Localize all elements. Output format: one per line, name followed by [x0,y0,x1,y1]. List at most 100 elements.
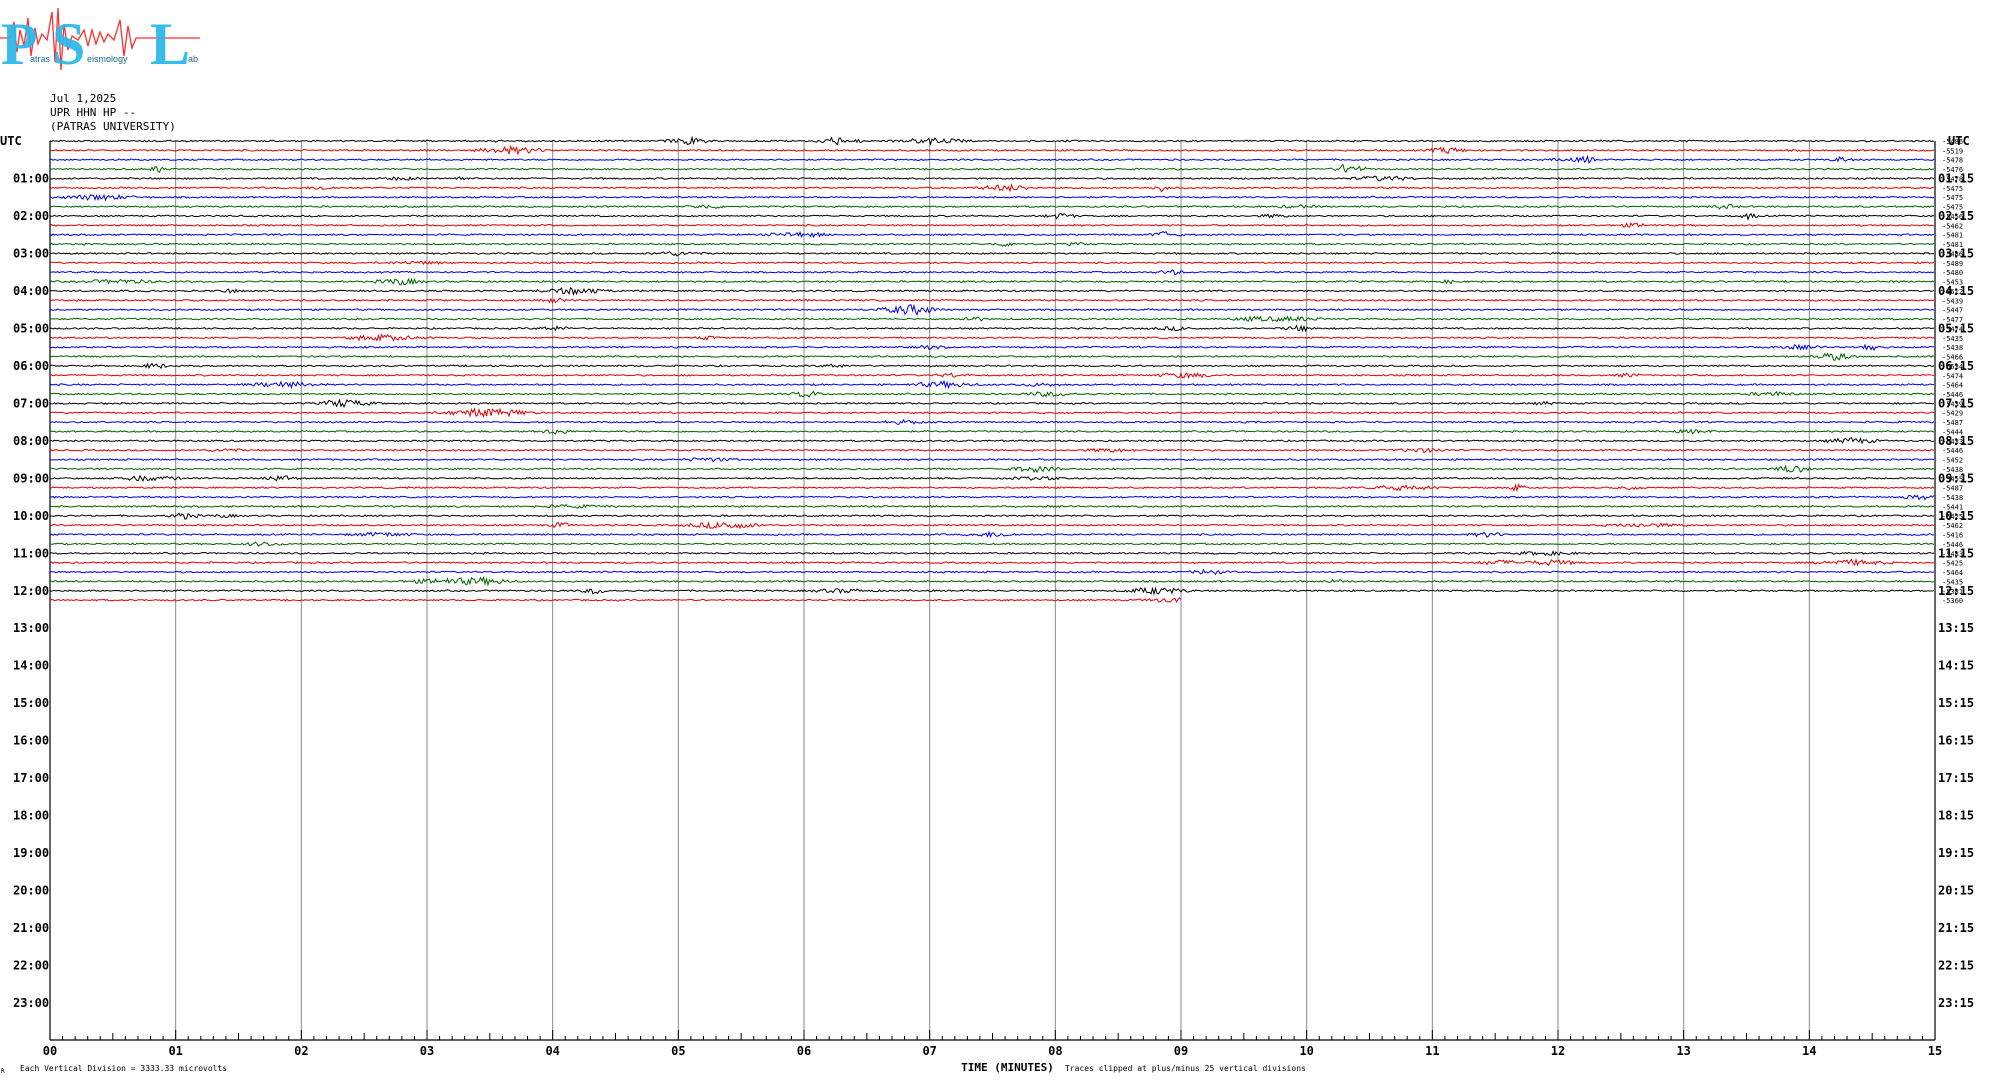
trace-offset-label: -5438 [1942,344,1963,352]
seismic-trace [49,576,1935,587]
seismic-trace [49,154,1935,164]
trace-offset-label: -5444 [1942,428,1963,436]
trace-offset-label: -5446 [1942,391,1963,399]
seismic-trace [49,251,1935,257]
hour-label-right: 18:15 [1938,809,1974,823]
trace-offset-label: -5462 [1942,222,1963,230]
trace-offset-label: -5429 [1942,410,1963,418]
trace-offset-label: -5464 [1942,569,1963,577]
seismic-trace [49,407,1935,418]
trace-offset-label: -5381 [1942,588,1963,596]
x-tick-label: 13 [1676,1044,1690,1058]
trace-offset-label: -5475 [1942,185,1963,193]
trace-offset-label: -5519 [1942,147,1963,155]
trace-offset-label: -5477 [1942,316,1963,324]
corner-mark: R [1,1068,5,1075]
seismic-trace [49,303,1935,317]
trace-offset-label: -5464 [1942,382,1963,390]
seismic-trace [49,193,1935,202]
hour-label-left: 03:00 [13,246,49,260]
left-utc-label: UTC [0,134,22,148]
trace-offset-label: -5438 [1942,494,1963,502]
hour-label-right: 20:15 [1938,884,1974,898]
seismic-trace [49,464,1935,474]
seismic-trace [49,183,1935,193]
seismic-trace [49,212,1935,221]
trace-offset-label: -5438 [1942,466,1963,474]
seismic-trace [49,474,1934,482]
seismic-trace [49,203,1935,210]
seismic-trace [49,494,1935,501]
seismic-trace [49,447,1935,454]
trace-offset-label: -5453 [1942,279,1963,287]
seismic-trace [50,175,1935,182]
seismic-trace [49,362,1935,370]
scale-note: Each Vertical Division = 3333.33 microvo… [20,1064,227,1073]
trace-offset-label: -5360 [1942,597,1963,605]
x-tick-label: 14 [1802,1044,1816,1058]
trace-offset-label: -5466 [1942,354,1963,362]
x-axis-label: TIME (MINUTES) [961,1061,1054,1074]
hour-label-left: 09:00 [13,471,49,485]
seismic-trace [49,457,1935,463]
seismic-trace [49,428,1935,435]
trace-offset-label: -5486 [1942,250,1963,258]
hour-label-left: 08:00 [13,434,49,448]
trace-offset-label: -5475 [1942,194,1963,202]
hour-label-left: 07:00 [13,396,49,410]
x-tick-label: 10 [1299,1044,1313,1058]
x-tick-label: 00 [43,1044,57,1058]
x-tick-label: 08 [1048,1044,1062,1058]
trace-offset-label: -5439 [1942,400,1963,408]
seismic-trace [49,241,1935,248]
seismic-trace [49,315,1935,323]
x-tick-label: 07 [922,1044,936,1058]
seismic-trace [49,163,1935,174]
helicorder-chart: 00 01 02 03 04 05 06 07 08 09 10 11 12 13 14 15 TIME (MI… [0,134,1974,1075]
trace-offset-label: -5446 [1942,541,1963,549]
hour-label-left: 10:00 [13,509,49,523]
hour-label-left: 23:00 [13,996,49,1010]
seismic-trace [49,352,1935,361]
seismic-trace [49,135,1935,146]
hour-label-left: 02:00 [13,209,49,223]
seismic-trace [49,286,1935,296]
seismic-trace [49,269,1935,276]
trace-offset-label: -5425 [1942,560,1963,568]
seismic-trace [49,260,1935,266]
seismic-trace [49,230,1935,239]
trace-offset-label: -5478 [1942,157,1963,165]
trace-offset-label: -5439 [1942,297,1963,305]
hour-label-left: 04:00 [13,284,49,298]
trace-offset-label: -5481 [1942,232,1963,240]
trace-offset-label: -5435 [1942,578,1963,586]
hour-label-left: 01:00 [13,171,49,185]
trace-offset-label: -5474 [1942,372,1963,380]
clip-note: Traces clipped at plus/minus 25 vertical… [1065,1064,1306,1073]
seismic-trace [49,597,1182,603]
trace-offset-label: -5446 [1942,447,1963,455]
hour-label-left: 20:00 [13,884,49,898]
seismic-trace [49,324,1935,333]
x-tick-label: 11 [1425,1044,1439,1058]
trace-offset-label: -5534 [1942,363,1963,371]
x-tick-label: 15 [1928,1044,1942,1058]
trace-offset-label: -5462 [1942,522,1963,530]
hour-label-right: 22:15 [1938,959,1974,973]
hour-label-left: 05:00 [13,321,49,335]
seismic-trace [49,379,1935,390]
seismic-trace [49,398,1935,409]
seismic-trace [49,530,1935,539]
hour-label-right: 21:15 [1938,921,1974,935]
hour-label-left: 21:00 [13,921,49,935]
hour-label-right: 23:15 [1938,996,1974,1010]
trace-offset-label: -5481 [1942,241,1963,249]
trace-offset-label: -5480 [1942,269,1963,277]
seismic-trace [50,144,1935,156]
hour-label-left: 12:00 [13,584,49,598]
trace-offset-label: -5483 [1942,550,1963,558]
trace-offset-label: -5456 [1942,213,1963,221]
hour-label-left: 18:00 [13,809,49,823]
trace-offset-label: -5441 [1942,503,1963,511]
hour-label-left: 14:00 [13,659,49,673]
